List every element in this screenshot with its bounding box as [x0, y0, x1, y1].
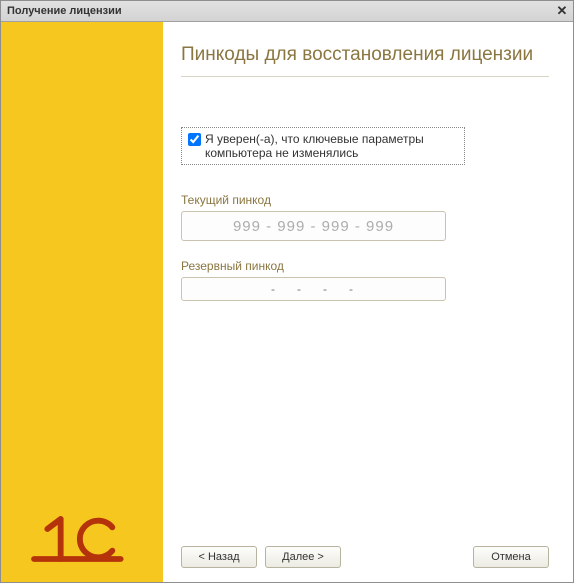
titlebar: Получение лицензии ✕	[1, 1, 573, 22]
window-title: Получение лицензии	[7, 5, 122, 17]
close-button[interactable]: ✕	[551, 1, 573, 21]
sidebar	[1, 22, 163, 582]
license-wizard-window: Получение лицензии ✕ Пинкод	[0, 0, 574, 583]
divider	[181, 76, 549, 77]
current-pin-input[interactable]	[181, 211, 446, 241]
close-icon: ✕	[557, 3, 568, 19]
confirm-checkbox[interactable]	[188, 133, 201, 146]
confirm-checkbox-label: Я уверен(-а), что ключевые параметры ком…	[205, 132, 458, 160]
next-button[interactable]: Далее >	[265, 546, 341, 568]
page-title: Пинкоды для восстановления лицензии	[181, 44, 549, 66]
footer: < Назад Далее > Отмена	[181, 546, 549, 568]
cancel-button[interactable]: Отмена	[473, 546, 549, 568]
confirm-checkbox-row[interactable]: Я уверен(-а), что ключевые параметры ком…	[181, 127, 465, 165]
logo-1c	[29, 514, 129, 564]
backup-pin-label: Резервный пинкод	[181, 259, 549, 273]
current-pin-group: Текущий пинкод	[181, 193, 549, 241]
backup-pin-input[interactable]	[181, 277, 446, 301]
main-panel: Пинкоды для восстановления лицензии Я ув…	[163, 22, 573, 582]
backup-pin-group: Резервный пинкод	[181, 259, 549, 301]
window-body: Пинкоды для восстановления лицензии Я ув…	[1, 22, 573, 582]
back-button[interactable]: < Назад	[181, 546, 257, 568]
current-pin-label: Текущий пинкод	[181, 193, 549, 207]
